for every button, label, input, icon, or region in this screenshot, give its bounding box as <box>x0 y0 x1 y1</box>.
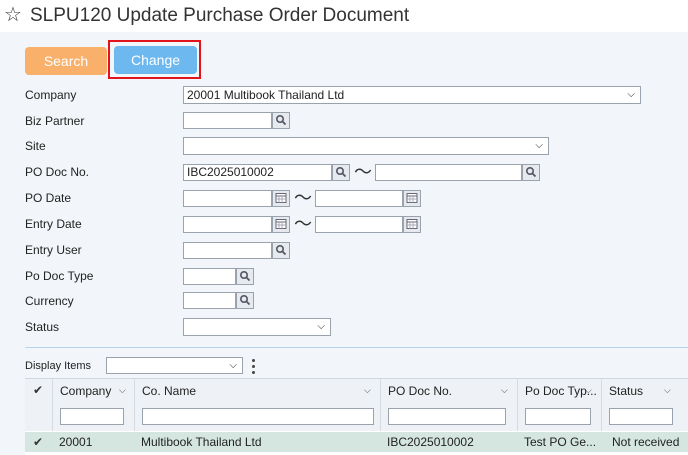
entry-date-to-input[interactable] <box>315 216 403 233</box>
cell-company: 20001 <box>59 435 93 449</box>
po-doc-type-search-icon[interactable] <box>236 268 254 285</box>
biz-partner-input[interactable] <box>183 112 272 129</box>
calendar-icon[interactable] <box>403 190 421 207</box>
chevron-down-icon[interactable]: ⌵ <box>364 385 371 396</box>
chevron-down-icon[interactable]: ⌵ <box>664 385 671 396</box>
select-all-column[interactable]: ✔ <box>25 379 52 431</box>
status-label: Status <box>25 320 60 334</box>
po-doc-no-filter-input[interactable] <box>388 408 506 425</box>
currency-search-icon[interactable] <box>236 292 254 309</box>
column-header-label: Status <box>609 384 644 398</box>
po-doc-no-from-search-icon[interactable] <box>332 164 350 181</box>
table-row[interactable]: ✔ 20001 Multibook Thailand Ltd IBC202501… <box>25 432 688 452</box>
company-select[interactable]: 20001 Multibook Thailand Ltd ⌵ <box>183 86 641 104</box>
po-doc-type-label: Po Doc Type <box>25 269 94 283</box>
grid-header: ✔ Company ⌵ Co. Name ⌵ PO Doc No. ⌵ Po D… <box>25 378 688 431</box>
chevron-down-icon: ⌵ <box>535 140 543 151</box>
range-separator: 〜 <box>354 162 372 182</box>
site-label: Site <box>25 139 46 153</box>
status-select[interactable]: ⌵ <box>183 318 331 336</box>
column-po-doc-type[interactable]: Po Doc Typ... ⌵ <box>517 379 601 431</box>
status-filter-input[interactable] <box>609 408 673 425</box>
chevron-down-icon[interactable]: ⌵ <box>501 385 508 396</box>
results-grid: ✔ Company ⌵ Co. Name ⌵ PO Doc No. ⌵ Po D… <box>25 378 688 455</box>
po-doc-type-input[interactable] <box>183 268 236 285</box>
title-bar: ☆ SLPU120 Update Purchase Order Document <box>0 0 688 32</box>
company-filter-input[interactable] <box>60 408 124 425</box>
po-doc-no-to-input[interactable] <box>375 164 522 181</box>
column-po-doc-no[interactable]: PO Doc No. ⌵ <box>380 379 517 431</box>
currency-input[interactable] <box>183 292 236 309</box>
company-label: Company <box>25 88 77 102</box>
po-date-to-input[interactable] <box>315 190 403 207</box>
calendar-icon[interactable] <box>272 216 290 233</box>
biz-partner-search-icon[interactable] <box>272 112 290 129</box>
po-doc-no-label: PO Doc No. <box>25 165 90 179</box>
range-separator: 〜 <box>294 214 312 234</box>
po-doc-no-from-input[interactable]: IBC2025010002 <box>183 164 332 181</box>
po-doc-no-to-search-icon[interactable] <box>522 164 540 181</box>
company-value: 20001 Multibook Thailand Ltd <box>187 88 345 102</box>
section-divider <box>25 347 688 348</box>
cell-co-name: Multibook Thailand Ltd <box>141 435 262 449</box>
po-date-label: PO Date <box>25 191 72 205</box>
co-name-filter-input[interactable] <box>142 408 374 425</box>
column-company[interactable]: Company ⌵ <box>52 379 134 431</box>
entry-user-input[interactable] <box>183 242 272 259</box>
column-header-label: Company <box>60 384 112 398</box>
po-doc-type-filter-input[interactable] <box>525 408 591 425</box>
kebab-menu-icon[interactable] <box>250 357 256 375</box>
entry-user-label: Entry User <box>25 243 82 257</box>
chevron-down-icon[interactable]: ⌵ <box>119 385 126 396</box>
checkmark-icon[interactable]: ✔ <box>33 383 43 397</box>
highlight-box <box>108 40 201 79</box>
page-title: SLPU120 Update Purchase Order Document <box>30 5 410 26</box>
cell-po-doc-type: Test PO Ge... <box>524 435 597 449</box>
cell-status: Not received <box>612 435 680 449</box>
cell-po-doc-no: IBC2025010002 <box>387 435 474 449</box>
site-select[interactable]: ⌵ <box>183 137 549 155</box>
calendar-icon[interactable] <box>403 216 421 233</box>
column-status[interactable]: Status ⌵ <box>601 379 688 431</box>
column-co-name[interactable]: Co. Name ⌵ <box>134 379 380 431</box>
calendar-icon[interactable] <box>272 190 290 207</box>
favorite-star-icon[interactable]: ☆ <box>4 3 22 27</box>
search-button[interactable]: Search <box>25 47 107 75</box>
display-items-label: Display Items <box>25 360 92 372</box>
currency-label: Currency <box>25 294 74 308</box>
entry-user-search-icon[interactable] <box>272 242 290 259</box>
column-header-label: Co. Name <box>142 384 197 398</box>
entry-date-from-input[interactable] <box>183 216 272 233</box>
display-items-select[interactable]: ⌵ <box>106 357 243 374</box>
chevron-down-icon: ⌵ <box>229 360 237 371</box>
row-checkmark-icon[interactable]: ✔ <box>33 435 43 449</box>
po-date-from-input[interactable] <box>183 190 272 207</box>
column-header-label: PO Doc No. <box>388 384 453 398</box>
entry-date-label: Entry Date <box>25 217 82 231</box>
chevron-down-icon: ⌵ <box>317 321 325 332</box>
chevron-down-icon: ⌵ <box>627 89 635 100</box>
biz-partner-label: Biz Partner <box>25 114 85 128</box>
chevron-down-icon[interactable]: ⌵ <box>585 385 592 396</box>
range-separator: 〜 <box>294 188 312 208</box>
